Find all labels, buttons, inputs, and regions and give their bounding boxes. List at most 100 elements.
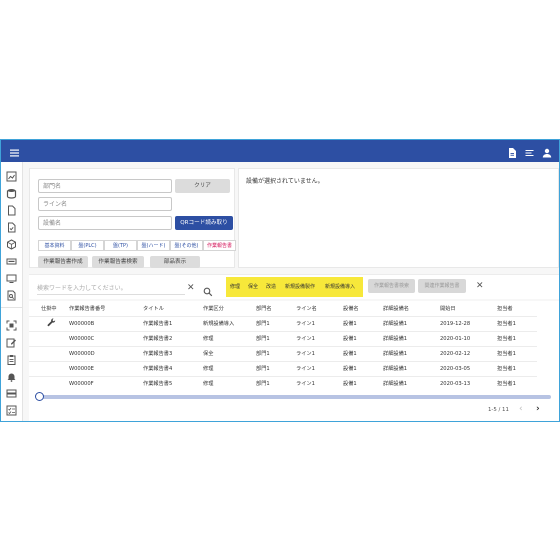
server-icon[interactable]: [6, 388, 17, 399]
work-type-cell: 保全: [203, 345, 256, 361]
tab-panel-tp[interactable]: 盤(TP): [104, 240, 137, 251]
person-cell: 担当者1: [497, 345, 537, 361]
title-cell: 作業報告書2: [143, 330, 203, 346]
col-detail-equip[interactable]: 詳細設備名: [383, 301, 440, 316]
storage-icon[interactable]: [6, 256, 17, 267]
chip-new-equipment-intro[interactable]: 新規設備導入: [320, 277, 360, 297]
start-date-cell: 2020-03-05: [440, 360, 497, 376]
tab-work-report[interactable]: 作業報告書: [203, 240, 236, 251]
chip-repair[interactable]: 修理: [226, 277, 244, 297]
search-icon[interactable]: [203, 282, 213, 301]
menu-icon[interactable]: [9, 144, 21, 157]
create-report-button[interactable]: 作業報告書作成: [38, 256, 88, 268]
col-person[interactable]: 担当者: [497, 301, 537, 316]
clipboard-icon[interactable]: [6, 354, 17, 365]
bell-icon[interactable]: [6, 371, 17, 382]
report-table: 仕掛中 作業報告書番号 タイトル 作業区分 部門名 ライン名 設備名 詳細設備名…: [29, 301, 537, 391]
title-cell: 作業報告書4: [143, 360, 203, 376]
search-input[interactable]: 検索ワードを入力してください。: [37, 283, 185, 295]
table-toolbar: 検索ワードを入力してください。 ✕ 修理 保全 改造 新規設備製作 新規設備導入…: [29, 274, 559, 299]
report-no-cell: W00000E: [69, 360, 143, 376]
horizontal-slider-track[interactable]: [39, 395, 551, 399]
equip-cell: 設備1: [343, 330, 383, 346]
cube-icon[interactable]: [6, 239, 17, 250]
tab-basic-docs[interactable]: 基本資料: [38, 240, 71, 251]
report-icon[interactable]: [506, 144, 518, 158]
col-dept[interactable]: 部門名: [256, 301, 296, 316]
chip-new-equipment-build[interactable]: 新規設備製作: [280, 277, 320, 297]
document-icon[interactable]: [6, 205, 17, 216]
related-report-disabled-button[interactable]: 関連作業報告書: [418, 279, 466, 293]
line-cell: ライン1: [296, 330, 343, 346]
tab-panel-other[interactable]: 盤(その他): [170, 240, 203, 251]
wrench-icon: [47, 318, 56, 327]
clear-button[interactable]: クリア: [175, 179, 230, 193]
data-chart-icon[interactable]: [6, 171, 17, 182]
close-filter-icon[interactable]: ✕: [476, 281, 484, 291]
table-header-row: 仕掛中 作業報告書番号 タイトル 作業区分 部門名 ライン名 設備名 詳細設備名…: [29, 301, 537, 316]
qr-scan-icon[interactable]: [6, 320, 17, 331]
chip-maintenance[interactable]: 保全: [244, 277, 262, 297]
col-report-no[interactable]: 作業報告書番号: [69, 301, 143, 316]
person-cell: 担当者1: [497, 330, 537, 346]
equip-cell: 設備1: [343, 315, 383, 331]
detail-equip-cell: 詳細設備1: [383, 360, 440, 376]
list-icon[interactable]: [524, 144, 536, 156]
qr-read-button[interactable]: QRコード読み取り: [175, 216, 233, 230]
app-window: 部門名 ライン名 設備名 クリア QRコード読み取り 基本資料 盤(PLC) 盤…: [0, 139, 560, 422]
prev-page-icon[interactable]: ‹: [519, 404, 523, 414]
dept-cell: 部門1: [256, 315, 296, 331]
checklist-icon[interactable]: [6, 405, 17, 416]
search-report-disabled-button[interactable]: 作業報告書検索: [368, 279, 415, 293]
clear-search-icon[interactable]: ✕: [187, 283, 195, 293]
line-cell: ライン1: [296, 360, 343, 376]
person-cell: 担当者1: [497, 360, 537, 376]
work-type-filter: 修理 保全 改造 新規設備製作 新規設備導入: [226, 277, 363, 297]
col-line[interactable]: ライン名: [296, 301, 343, 316]
equipment-field[interactable]: 設備名: [38, 216, 172, 230]
col-start-date[interactable]: 開始日: [440, 301, 497, 316]
line-field[interactable]: ライン名: [38, 197, 172, 211]
monitor-icon[interactable]: [6, 273, 17, 284]
document-check-icon[interactable]: [6, 222, 17, 233]
dept-cell: 部門1: [256, 330, 296, 346]
col-work-type[interactable]: 作業区分: [203, 301, 256, 316]
wip-cell: [29, 345, 69, 361]
footer-area: [29, 389, 559, 421]
wip-cell: [29, 330, 69, 346]
next-page-icon[interactable]: ›: [536, 404, 540, 414]
table-row[interactable]: W00000C 作業報告書2 修理 部門1 ライン1 設備1 詳細設備1 202…: [29, 330, 537, 346]
detail-equip-cell: 詳細設備1: [383, 330, 440, 346]
tab-panel-hard[interactable]: 盤(ハード): [137, 240, 170, 251]
report-no-cell: W00000D: [69, 345, 143, 361]
detail-equip-cell: 詳細設備1: [383, 315, 440, 331]
start-date-cell: 2020-01-10: [440, 330, 497, 346]
work-type-cell: 新規設備導入: [203, 315, 256, 331]
chip-modification[interactable]: 改造: [262, 277, 280, 297]
work-type-cell: 修理: [203, 330, 256, 346]
col-title[interactable]: タイトル: [143, 301, 203, 316]
col-equip[interactable]: 設備名: [343, 301, 383, 316]
table-row[interactable]: W00000E 作業報告書4 修理 部門1 ライン1 設備1 詳細設備1 202…: [29, 360, 537, 376]
tab-panel-plc[interactable]: 盤(PLC): [71, 240, 104, 251]
sidebar: [1, 162, 23, 421]
line-cell: ライン1: [296, 315, 343, 331]
database-icon[interactable]: [6, 188, 17, 199]
start-date-cell: 2020-02-12: [440, 345, 497, 361]
department-field[interactable]: 部門名: [38, 179, 172, 193]
col-wip[interactable]: 仕掛中: [29, 301, 69, 316]
horizontal-slider-thumb[interactable]: [35, 392, 44, 401]
pagination-range: 1-5 / 11: [488, 407, 509, 413]
report-no-cell: W00000C: [69, 330, 143, 346]
edit-icon[interactable]: [6, 337, 17, 348]
dept-cell: 部門1: [256, 360, 296, 376]
table-row[interactable]: W00000B 作業報告書1 新規設備導入 部門1 ライン1 設備1 詳細設備1…: [29, 315, 537, 331]
search-report-button[interactable]: 作業報告書検索: [92, 256, 144, 268]
account-icon[interactable]: [541, 144, 553, 158]
search-document-icon[interactable]: [6, 290, 17, 301]
sidebar-divider: [1, 307, 22, 308]
parts-display-button[interactable]: 部品表示: [150, 256, 200, 268]
equipment-info-panel: 設備が選択されていません。: [238, 168, 559, 268]
start-date-cell: 2019-12-28: [440, 315, 497, 331]
table-row[interactable]: W00000D 作業報告書3 保全 部門1 ライン1 設備1 詳細設備1 202…: [29, 345, 537, 361]
